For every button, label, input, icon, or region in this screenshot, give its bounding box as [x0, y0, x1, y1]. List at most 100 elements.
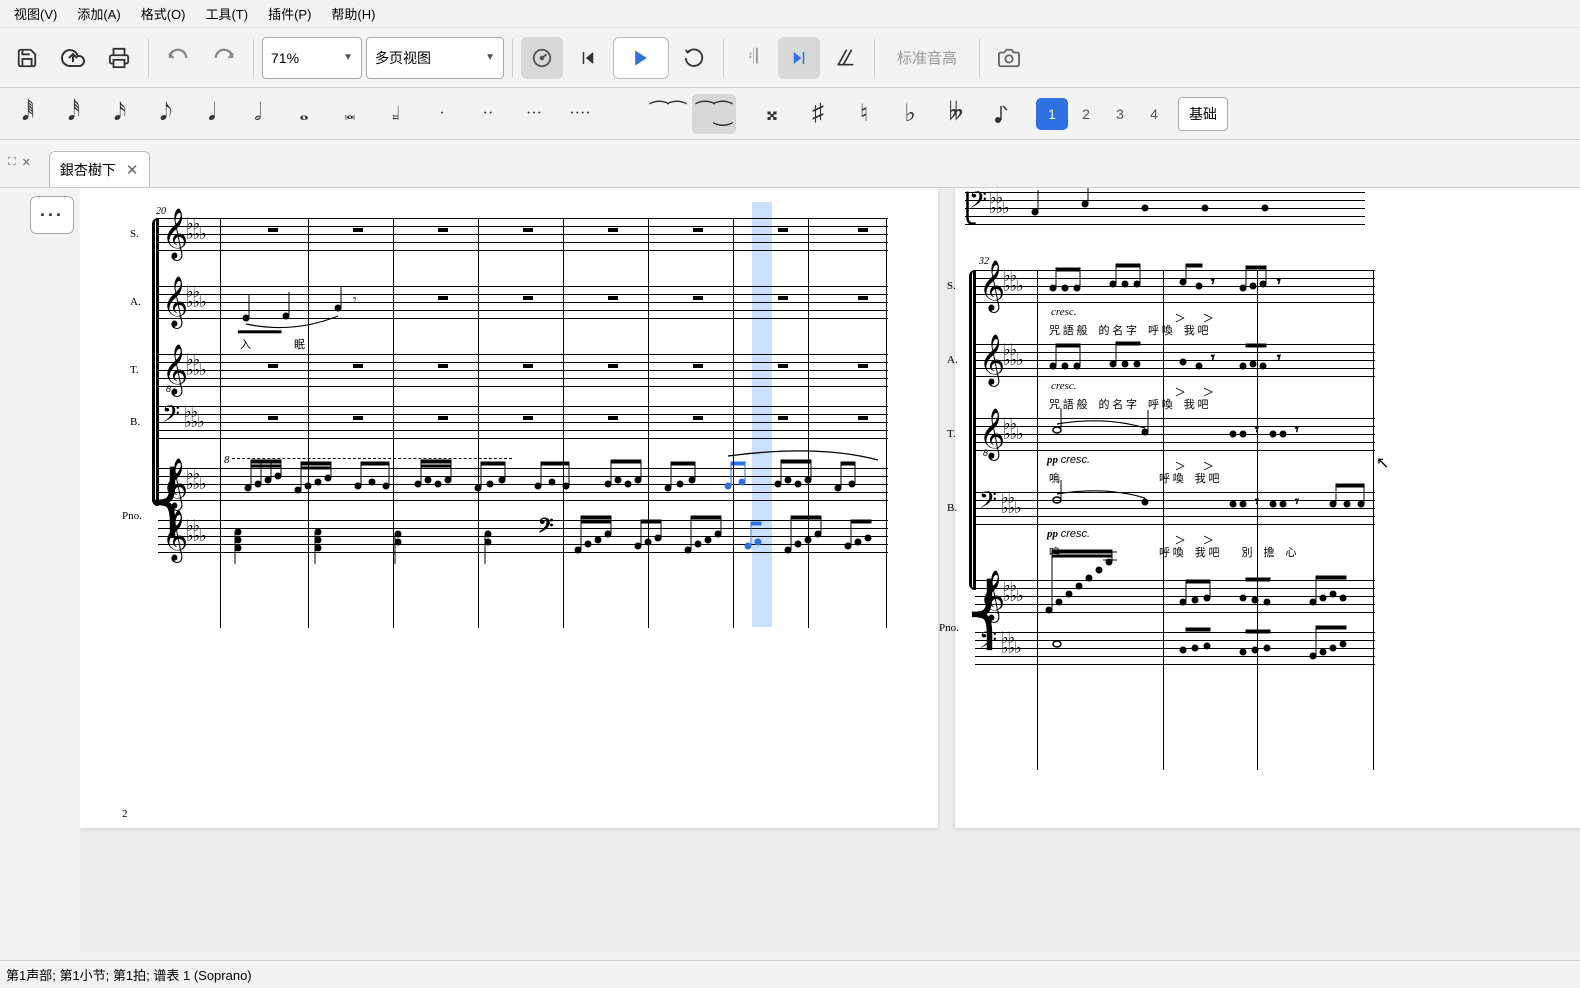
- undo-button[interactable]: [157, 37, 199, 79]
- zoom-combo[interactable]: 71%▼: [262, 37, 362, 79]
- skip-back-button[interactable]: [567, 37, 609, 79]
- tab-title: 銀杏樹下: [60, 160, 116, 180]
- treble-clef-icon: 𝄞: [162, 510, 188, 561]
- play-button[interactable]: [613, 37, 669, 79]
- dynamic-pp-cresc: pp cresc.: [1047, 528, 1090, 540]
- svg-text:𝄾: 𝄾: [1277, 273, 1281, 289]
- cloud-button[interactable]: [52, 37, 94, 79]
- staff-piano-rh: 𝄞 ♭♭♭♭♭: [158, 468, 888, 500]
- note-half[interactable]: 𝅗𝅥: [236, 94, 280, 134]
- dot[interactable]: ·: [420, 94, 464, 134]
- chevron-down-icon: ▼: [485, 52, 495, 63]
- treble-clef-icon: 𝄞: [162, 458, 188, 509]
- note-breve[interactable]: 𝅜: [328, 94, 372, 134]
- view-mode-combo[interactable]: 多页视图▼: [366, 37, 504, 79]
- separator: [253, 39, 254, 77]
- note-16th[interactable]: 𝅘𝅥𝅯: [98, 94, 142, 134]
- key-signature: ♭♭♭♭♭: [186, 288, 206, 308]
- treble-clef-icon: 𝄞: [162, 276, 188, 327]
- voice-2[interactable]: 2: [1070, 98, 1102, 130]
- bass-clef-icon: 𝄢: [979, 628, 997, 660]
- sharp[interactable]: ♯: [796, 94, 840, 134]
- print-button[interactable]: [98, 37, 140, 79]
- score-canvas[interactable]: 20 S. 𝄞 ♭♭♭♭♭ A. 𝄞 ♭♭♭♭♭ 𝄾 入 眠: [80, 188, 1580, 952]
- dynamic-cresc: cresc.: [1051, 380, 1077, 392]
- staff-tenor-r: T. 𝄞 8 ♭♭♭♭♭ 𝄾𝄾 pp cresc. > > 嗚 呼 喚 我 吧: [975, 418, 1375, 450]
- layer-basic[interactable]: 基础: [1178, 97, 1228, 131]
- loop-button[interactable]: [673, 37, 715, 79]
- lyric-a: 咒 語 般 的 名 字 呼 喚 我 吧: [1049, 396, 1209, 412]
- screenshot-button[interactable]: [988, 37, 1030, 79]
- part-label-s: S.: [947, 280, 956, 292]
- part-label-b: B.: [947, 502, 957, 514]
- slur-button[interactable]: ⁀⁐: [692, 94, 736, 134]
- panel-close-icon[interactable]: ✕: [22, 156, 31, 169]
- note-longa[interactable]: 𝆷: [374, 94, 418, 134]
- double-sharp[interactable]: 𝄪: [750, 94, 794, 134]
- treble-clef-icon: 𝄞: [979, 570, 1005, 621]
- part-label-a: A.: [947, 354, 958, 366]
- part-label-b: B.: [130, 416, 140, 428]
- key-signature: ♭♭♭♭♭: [184, 408, 204, 428]
- save-button[interactable]: [6, 37, 48, 79]
- note-8th[interactable]: 𝅘𝅥𝅮: [144, 94, 188, 134]
- metronome-button[interactable]: [521, 37, 563, 79]
- bass-clef-icon: 𝄢: [979, 488, 997, 520]
- tab-close-icon[interactable]: ✕: [126, 161, 139, 179]
- more-button[interactable]: ···: [30, 196, 74, 234]
- separator: [512, 39, 513, 77]
- voice-4[interactable]: 4: [1138, 98, 1170, 130]
- svg-text:𝄾: 𝄾: [353, 291, 357, 307]
- staff-piano-lh: 𝄞 ♭♭♭♭♭ 𝄢: [158, 520, 888, 552]
- separator: [723, 39, 724, 77]
- flip-button[interactable]: [980, 94, 1024, 134]
- redo-button[interactable]: [203, 37, 245, 79]
- flat[interactable]: ♭: [888, 94, 932, 134]
- voice-3[interactable]: 3: [1104, 98, 1136, 130]
- part-label-s: S.: [130, 228, 139, 240]
- svg-text:𝄢: 𝄢: [538, 515, 553, 542]
- repeat-button[interactable]: 𝄇: [732, 37, 774, 79]
- treble-clef-icon: 𝄞: [979, 334, 1005, 385]
- note-64th[interactable]: 𝅘𝅥𝅱: [6, 94, 50, 134]
- treble-clef-icon: 𝄞: [979, 260, 1005, 311]
- voice-1[interactable]: 1: [1036, 98, 1068, 130]
- natural[interactable]: ♮: [842, 94, 886, 134]
- menu-format[interactable]: 格式(O): [131, 0, 196, 27]
- note-whole[interactable]: 𝅝: [282, 94, 326, 134]
- staff-piano-lh-r: 𝄢 ♭♭♭♭♭: [975, 632, 1375, 664]
- skip-end-button[interactable]: [778, 37, 820, 79]
- staff-piano-rh-r: 𝄞 ♭♭♭♭♭: [975, 580, 1375, 612]
- note-32nd[interactable]: 𝅘𝅥𝅰: [52, 94, 96, 134]
- menu-add[interactable]: 添加(A): [67, 0, 130, 27]
- menu-help[interactable]: 帮助(H): [321, 0, 385, 27]
- part-label-t: T.: [130, 364, 139, 376]
- count-in-button[interactable]: [824, 37, 866, 79]
- staff-tenor: T. 𝄞 8 ♭♭♭♭♭: [158, 354, 888, 386]
- part-label-t: T.: [947, 428, 956, 440]
- score-tab[interactable]: 銀杏樹下 ✕: [49, 151, 150, 187]
- triple-dot[interactable]: ···: [512, 94, 556, 134]
- double-dot[interactable]: ··: [466, 94, 510, 134]
- menu-view[interactable]: 视图(V): [4, 0, 67, 27]
- key-signature: ♭♭♭♭♭: [1003, 582, 1023, 602]
- lyric-t: 嗚 呼 喚 我 吧: [1049, 470, 1220, 486]
- key-signature: ♭♭♭♭♭: [1003, 420, 1023, 440]
- separator: [148, 39, 149, 77]
- key-signature: ♭♭♭♭♭: [186, 220, 206, 240]
- tie-button[interactable]: ⁀⁀: [646, 94, 690, 134]
- staff-soprano: S. 𝄞 ♭♭♭♭♭: [158, 218, 888, 250]
- staff-alto-r: A. 𝄞 ♭♭♭♭♭ 𝄾 𝄾 cresc. > > 咒 語 般 的 名 字 呼 …: [975, 344, 1375, 376]
- part-label-a: A.: [130, 296, 141, 308]
- menu-plugins[interactable]: 插件(P): [258, 0, 321, 27]
- page-number: 2: [122, 808, 128, 820]
- double-flat[interactable]: 𝄫: [934, 94, 978, 134]
- panel-expand-icon[interactable]: ⛶: [8, 156, 16, 169]
- dynamic-cresc: cresc.: [1051, 306, 1077, 318]
- menu-tools[interactable]: 工具(T): [195, 0, 258, 27]
- note-quarter[interactable]: 𝅘𝅥: [190, 94, 234, 134]
- key-signature: ♭♭♭♭♭: [186, 470, 206, 490]
- quad-dot[interactable]: ····: [558, 94, 602, 134]
- svg-text:𝄾: 𝄾: [1211, 349, 1215, 365]
- key-signature: ♭♭♭♭♭: [989, 194, 1009, 214]
